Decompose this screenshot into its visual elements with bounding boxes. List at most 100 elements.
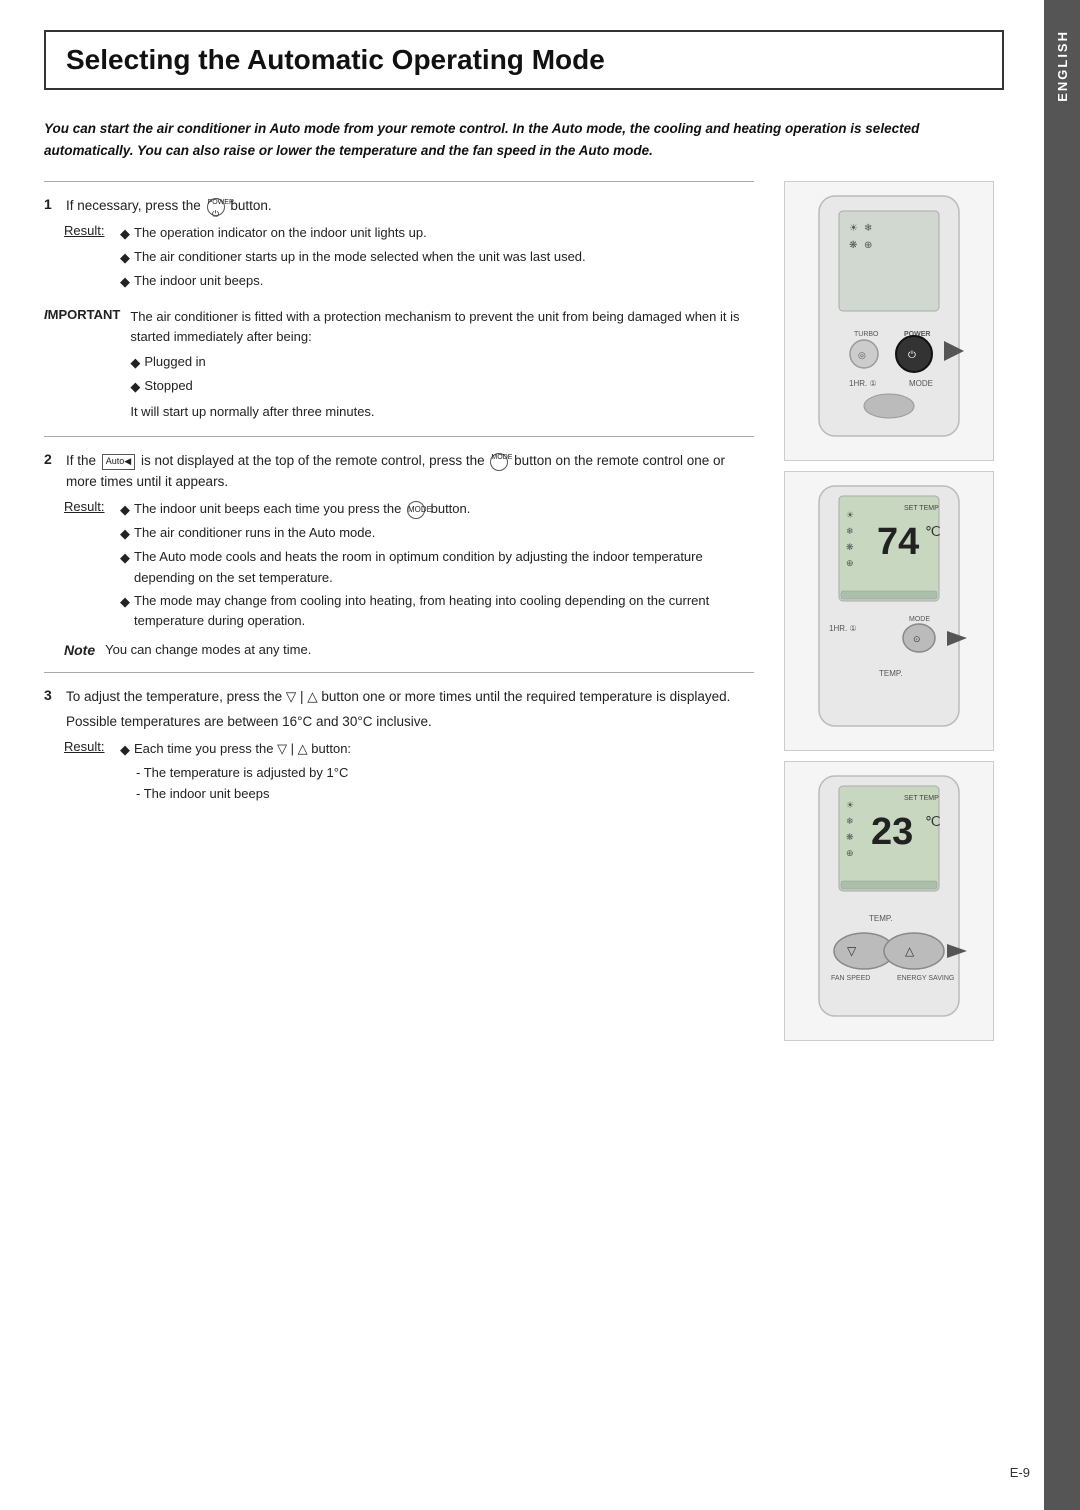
svg-text:TEMP.: TEMP. <box>869 914 892 923</box>
important-bullet-text: Stopped <box>144 376 192 397</box>
svg-text:☀: ☀ <box>849 223 858 234</box>
note-row: Note You can change modes at any time. <box>64 642 754 658</box>
important-main-text: The air conditioner is fitted with a pro… <box>130 309 739 345</box>
result-item: ◆ The mode may change from cooling into … <box>120 591 754 633</box>
svg-text:℃: ℃ <box>925 813 941 829</box>
svg-text:1HR. ①: 1HR. ① <box>849 379 877 388</box>
step-1-text: If necessary, press the POWER ⏻ button. <box>66 196 272 217</box>
svg-text:74: 74 <box>877 521 919 563</box>
step-1-num: 1 <box>44 196 60 212</box>
sidebar-label: ENGLISH <box>1055 30 1070 102</box>
svg-text:☀: ☀ <box>846 510 854 520</box>
step-3-text: To adjust the temperature, press the ▽ |… <box>66 687 730 733</box>
svg-text:⊕: ⊕ <box>846 848 854 858</box>
svg-text:❋: ❋ <box>846 542 854 552</box>
important-bullet: ◆ Plugged in <box>130 352 754 374</box>
svg-text:❄: ❄ <box>846 816 854 826</box>
svg-text:❄: ❄ <box>846 526 854 536</box>
left-column: 1 If necessary, press the POWER ⏻ button… <box>44 181 754 1041</box>
result-item: ◆ Each time you press the ▽ | △ button: <box>120 739 351 761</box>
svg-text:▽: ▽ <box>847 944 857 958</box>
diamond-icon: ◆ <box>120 500 130 521</box>
title-box: Selecting the Automatic Operating Mode <box>44 30 1004 90</box>
svg-text:FAN SPEED: FAN SPEED <box>831 975 870 982</box>
diamond-icon: ◆ <box>120 592 130 613</box>
important-block: IMPORTANT The air conditioner is fitted … <box>44 307 754 423</box>
svg-text:⊙: ⊙ <box>913 634 921 644</box>
auto-symbol-icon: Auto◀ <box>102 454 135 470</box>
diamond-icon: ◆ <box>120 524 130 545</box>
step-2-text: If the Auto◀ is not displayed at the top… <box>66 451 754 493</box>
result-item-text: The mode may change from cooling into he… <box>134 591 754 633</box>
right-column: ☀ ❄ ❋ ⊕ TURBO POWER ⏻ ◎ <box>784 181 1004 1041</box>
result-item: ◆ The operation indicator on the indoor … <box>120 223 586 245</box>
important-title-text: PORTANT <box>58 307 120 322</box>
step-2-header: 2 If the Auto◀ is not displayed at the t… <box>44 451 754 493</box>
svg-text:℃: ℃ <box>925 523 941 539</box>
svg-text:23: 23 <box>871 811 913 853</box>
result-item: ◆ The Auto mode cools and heats the room… <box>120 547 754 589</box>
svg-text:1HR. ①: 1HR. ① <box>829 624 857 633</box>
result-item-text: Each time you press the ▽ | △ button: <box>134 739 351 760</box>
result-item: ◆ The air conditioner starts up in the m… <box>120 247 586 269</box>
svg-text:⏻: ⏻ <box>908 350 916 361</box>
result-item: ◆ The indoor unit beeps. <box>120 271 586 293</box>
svg-text:TURBO: TURBO <box>854 331 879 338</box>
important-bullet-text: Plugged in <box>144 352 205 373</box>
sub-bullet-1: - The temperature is adjusted by 1°C <box>136 763 351 784</box>
step-2-result-row: Result: ◆ The indoor unit beeps each tim… <box>64 499 754 634</box>
diamond-icon: ◆ <box>120 224 130 245</box>
svg-text:SET TEMP: SET TEMP <box>904 505 939 512</box>
remote-illustration-3: SET TEMP 23 ℃ ☀ ❄ ❋ ⊕ TEMP. <box>784 761 994 1041</box>
result-item-text: The Auto mode cools and heats the room i… <box>134 547 754 589</box>
intro-paragraph: You can start the air conditioner in Aut… <box>44 118 1004 161</box>
sub-bullet-2: - The indoor unit beeps <box>136 784 351 805</box>
svg-text:MODE: MODE <box>909 379 933 388</box>
step-1-result-row: Result: ◆ The operation indicator on the… <box>64 223 754 294</box>
mode-button-icon: MODE <box>490 453 508 471</box>
svg-text:△: △ <box>905 944 915 958</box>
result-item-text: The air conditioner starts up in the mod… <box>134 247 586 268</box>
svg-text:◎: ◎ <box>858 350 866 360</box>
step-3-result-row: Result: ◆ Each time you press the ▽ | △ … <box>64 739 754 804</box>
page-title: Selecting the Automatic Operating Mode <box>66 44 982 76</box>
page-wrapper: ENGLISH Selecting the Automatic Operatin… <box>0 0 1080 1510</box>
step-2-num: 2 <box>44 451 60 467</box>
diamond-icon: ◆ <box>120 272 130 293</box>
power-button-icon: POWER ⏻ <box>207 198 225 216</box>
svg-text:TEMP.: TEMP. <box>879 669 902 678</box>
note-text: You can change modes at any time. <box>105 642 311 657</box>
step-1-result-items: ◆ The operation indicator on the indoor … <box>120 223 586 294</box>
result-item-text: The air conditioner runs in the Auto mod… <box>134 523 375 544</box>
svg-text:❋: ❋ <box>846 832 854 842</box>
diamond-icon: ◆ <box>120 548 130 569</box>
step-3-header: 3 To adjust the temperature, press the ▽… <box>44 687 754 733</box>
svg-text:⊕: ⊕ <box>864 240 872 251</box>
step-3-extra: Possible temperatures are between 16°C a… <box>66 712 730 733</box>
step-3-result-label: Result: <box>64 739 112 754</box>
result-item-text: The indoor unit beeps each time you pres… <box>134 499 470 520</box>
result-item: ◆ The air conditioner runs in the Auto m… <box>120 523 754 545</box>
note-label: Note <box>64 642 95 658</box>
diamond-icon: ◆ <box>120 248 130 269</box>
step-2-result-label: Result: <box>64 499 112 514</box>
step-3-num: 3 <box>44 687 60 703</box>
result-item-text: The indoor unit beeps. <box>134 271 263 292</box>
svg-text:❄: ❄ <box>864 223 872 234</box>
diamond-icon: ◆ <box>130 353 140 374</box>
remote-illustration-2: SET TEMP 74 ℃ ☀ ❄ ❋ ⊕ 1HR. ① <box>784 471 994 751</box>
svg-text:❋: ❋ <box>849 240 857 251</box>
important-bullet: ◆ Stopped <box>130 376 754 398</box>
important-label: IMPORTANT <box>44 307 120 322</box>
step-1-result-label: Result: <box>64 223 112 238</box>
main-content: Selecting the Automatic Operating Mode Y… <box>0 0 1044 1510</box>
important-text: The air conditioner is fitted with a pro… <box>130 307 754 423</box>
remote-illustration-1: ☀ ❄ ❋ ⊕ TURBO POWER ⏻ ◎ <box>784 181 994 461</box>
svg-text:SET TEMP: SET TEMP <box>904 795 939 802</box>
diamond-icon: ◆ <box>120 740 130 761</box>
important-footer: It will start up normally after three mi… <box>130 402 754 423</box>
step-2-section: 2 If the Auto◀ is not displayed at the t… <box>44 436 754 658</box>
svg-text:⊕: ⊕ <box>846 558 854 568</box>
step-3-section: 3 To adjust the temperature, press the ▽… <box>44 672 754 804</box>
sidebar-english: ENGLISH <box>1044 0 1080 1510</box>
